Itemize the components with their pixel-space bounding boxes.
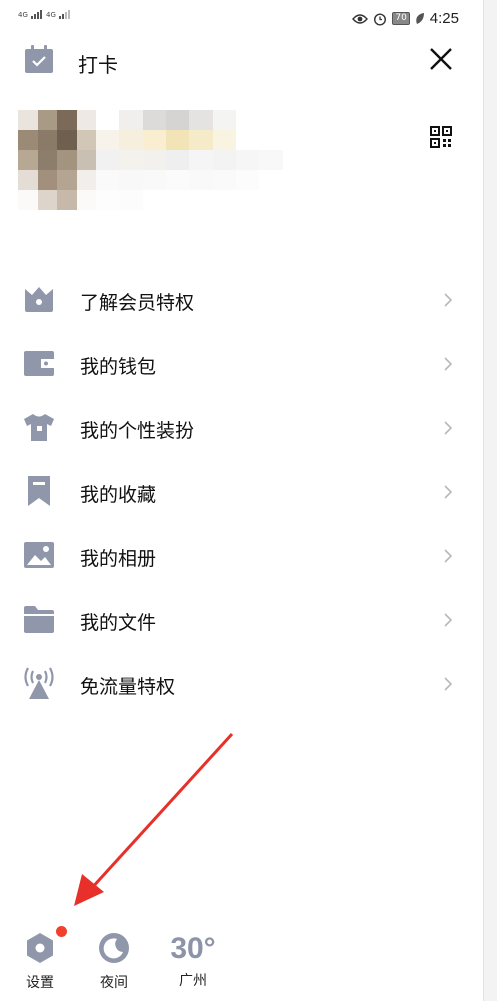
eye-icon xyxy=(352,13,369,24)
menu-item-label: 我的文件 xyxy=(80,612,157,634)
city-label: 广州 xyxy=(179,973,207,989)
settings-label: 设置 xyxy=(26,975,54,991)
profile-card[interactable] xyxy=(18,110,438,220)
drawer-header: 打卡 xyxy=(0,40,483,84)
sim2-network-label: 4G xyxy=(46,11,56,19)
sim1-network-label: 4G xyxy=(18,11,28,19)
sim2-signal-icon: 4G xyxy=(46,10,71,19)
menu-item-album[interactable]: 我的相册 xyxy=(0,524,483,588)
wallet-icon xyxy=(24,351,54,376)
drawer-bottom-bar: 设置 夜间 30° 广州 xyxy=(0,920,483,1001)
qr-code-icon xyxy=(430,126,452,148)
settings-button[interactable]: 设置 xyxy=(22,926,67,992)
qr-code-button[interactable] xyxy=(430,126,452,148)
status-icons: 70 4:25 xyxy=(352,10,459,27)
annotation-arrow-icon xyxy=(74,732,234,906)
checkin-label[interactable]: 打卡 xyxy=(78,49,118,78)
menu-item-label: 我的收藏 xyxy=(80,484,157,506)
clock-time: 4:25 xyxy=(429,10,459,27)
alarm-icon xyxy=(374,12,387,26)
screen-edge xyxy=(483,0,497,1001)
notification-dot xyxy=(56,926,67,937)
nickname-blurred xyxy=(96,110,306,210)
moon-icon xyxy=(99,933,129,963)
night-mode-button[interactable]: 夜间 xyxy=(96,932,132,992)
folder-icon xyxy=(24,606,54,633)
sim1-signal-icon: 4G xyxy=(18,10,43,19)
chevron-right-icon xyxy=(444,485,453,499)
chevron-right-icon xyxy=(444,357,453,371)
menu-item-favorites[interactable]: 我的收藏 xyxy=(0,460,483,524)
chevron-right-icon xyxy=(444,293,453,307)
checkin-calendar-icon[interactable] xyxy=(24,44,54,78)
settings-hexagon-icon xyxy=(27,933,53,963)
menu-item-vip-privileges[interactable]: 了解会员特权 xyxy=(0,268,483,332)
chevron-right-icon xyxy=(444,677,453,691)
image-icon xyxy=(24,542,54,568)
drawer-panel: 4G 4G 70 4:25 打卡 了解会员特权 我的钱包 我的个性装扮 我的收藏… xyxy=(0,0,483,1001)
battery-icon: 70 xyxy=(392,12,410,25)
bookmark-icon xyxy=(28,476,50,506)
menu-item-label: 免流量特权 xyxy=(80,676,176,698)
weather-widget[interactable]: 30° 广州 xyxy=(168,932,218,990)
menu-item-label: 我的相册 xyxy=(80,548,157,570)
signal-tower-icon xyxy=(24,667,54,699)
menu-item-files[interactable]: 我的文件 xyxy=(0,588,483,652)
close-button[interactable] xyxy=(428,46,454,72)
temperature: 30° xyxy=(170,932,216,965)
tshirt-icon xyxy=(24,414,54,441)
chevron-right-icon xyxy=(444,421,453,435)
status-bar: 4G 4G 70 4:25 xyxy=(0,0,483,36)
crown-icon xyxy=(25,287,53,312)
avatar[interactable] xyxy=(18,110,96,210)
night-mode-label: 夜间 xyxy=(100,975,128,991)
menu-item-personal-style[interactable]: 我的个性装扮 xyxy=(0,396,483,460)
menu-item-label: 我的个性装扮 xyxy=(80,420,195,442)
menu-item-free-data[interactable]: 免流量特权 xyxy=(0,652,483,716)
menu-item-label: 了解会员特权 xyxy=(80,292,195,314)
menu-item-wallet[interactable]: 我的钱包 xyxy=(0,332,483,396)
chevron-right-icon xyxy=(444,549,453,563)
leaf-icon xyxy=(416,13,424,24)
chevron-right-icon xyxy=(444,613,453,627)
menu-item-label: 我的钱包 xyxy=(80,356,157,378)
close-icon xyxy=(430,48,452,70)
